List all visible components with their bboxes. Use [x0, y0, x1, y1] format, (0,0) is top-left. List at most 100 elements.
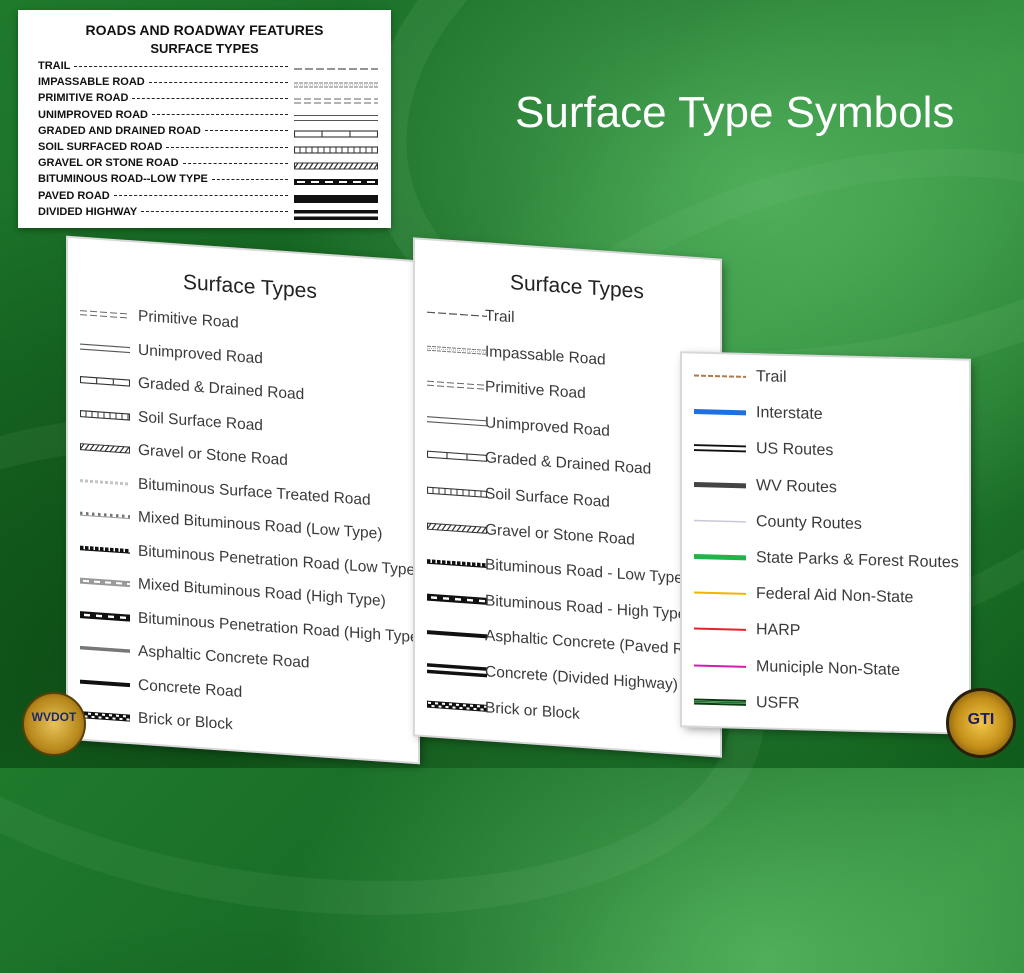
legend-rows: TRAIL IMPASSABLE ROAD PRIMITIVE ROAD UNIMPR… [38, 58, 379, 220]
leader-dots [204, 130, 288, 132]
gravel-symbol-icon [293, 157, 379, 170]
pen-low-symbol-icon [80, 540, 130, 557]
primitive-symbol-icon [294, 92, 378, 104]
leader-dots [211, 178, 288, 180]
soil-symbol-icon [426, 483, 488, 500]
leader-dots [132, 97, 288, 99]
panel-row: Primitive Road [415, 369, 586, 409]
panel-row-label: Bituminous Road - Low Type [485, 556, 683, 588]
impassable-symbol-icon [294, 76, 378, 88]
panel-row-label: Mixed Bituminous Road (Low Type) [138, 508, 383, 543]
leader-dots [152, 114, 288, 116]
legend-row-label: SOIL SURFACED ROAD [38, 141, 163, 154]
panel-row: Impassable Road [415, 333, 606, 374]
legend-row-label: PAVED ROAD [38, 189, 110, 202]
route-types-panel-right: Trail Interstate US Routes WV Routes County … [682, 353, 969, 733]
panel-row: Federal Aid Non-State [682, 578, 913, 612]
panel-row: Brick or Block [68, 700, 233, 740]
primitive-symbol-icon [427, 376, 487, 393]
legend-row-label: PRIMITIVE ROAD [38, 92, 129, 105]
mixed-low-symbol-icon [80, 507, 131, 524]
legend-subtitle: SURFACE TYPES [150, 41, 259, 56]
asphalt-symbol-icon [80, 641, 130, 658]
panel-row-label: Mixed Bituminous Road (High Type) [138, 575, 386, 610]
legend-row-label: GRAVEL OR STONE ROAD [38, 157, 179, 170]
panel-rows: Trail Interstate US Routes WV Routes County … [682, 353, 969, 712]
panel-row-label: Soil Surface Road [485, 485, 610, 511]
panel-row: Primitive Road [68, 298, 239, 338]
panel-row: HARP [682, 615, 800, 646]
divided-symbol-icon [294, 206, 378, 220]
panel-row-label: Impassable Road [485, 342, 606, 369]
gti-logo: GTI [946, 688, 1016, 758]
panel-row-label: Federal Aid Non-State [756, 585, 914, 607]
surface-types-panel-left: Surface Types Primitive Road Unimproved R… [68, 237, 424, 763]
legend-row: PRIMITIVE ROAD [38, 90, 378, 106]
legend-row: GRAVEL OR STONE ROAD [38, 155, 379, 171]
leader-dots [166, 146, 288, 148]
legend-title: ROADS AND ROADWAY FEATURES [85, 22, 324, 38]
panel-row-label: WV Routes [756, 476, 837, 496]
pen-low-symbol-icon [427, 554, 487, 571]
panel-row-label: Unimproved Road [138, 341, 263, 367]
panel-row-label: HARP [756, 621, 801, 640]
solid-thick-symbol-icon [694, 550, 746, 565]
divided-symbol-icon [427, 661, 487, 678]
panel-row-label: Soil Surface Road [138, 408, 263, 434]
pen-high-symbol-icon [427, 590, 487, 607]
panel-row-label: County Routes [756, 512, 862, 533]
concrete-symbol-icon [427, 626, 487, 643]
legend-row: BITUMINOUS ROAD--LOW TYPE [38, 171, 378, 187]
primitive-symbol-icon [80, 306, 130, 323]
soil-symbol-icon [79, 406, 131, 423]
legend-row: DIVIDED HIGHWAY [38, 204, 378, 220]
panel-row-label: Graded & Drained Road [485, 449, 652, 479]
wvdot-logo: WVDOT [22, 692, 86, 756]
panel-row-label: US Routes [756, 440, 834, 460]
solid-med-symbol-icon [694, 658, 746, 673]
panel-row-label: Interstate [756, 404, 823, 424]
solid-thin-symbol-icon [694, 513, 746, 528]
bst-symbol-icon [80, 473, 130, 490]
pen-high-symbol-icon [80, 607, 130, 624]
legend-row: UNIMPROVED ROAD [38, 107, 378, 123]
panel-row: Interstate [682, 397, 823, 429]
panel-row: US Routes [682, 434, 833, 466]
paved-symbol-icon [294, 190, 378, 203]
mixed-high-symbol-icon [80, 574, 133, 591]
unimproved-symbol-icon [294, 109, 378, 121]
solid-med-symbol-icon [694, 622, 746, 637]
legend-row: SOIL SURFACED ROAD [38, 139, 379, 155]
panel-row-label: Trail [756, 368, 787, 386]
graded-symbol-icon [426, 448, 488, 465]
gti-logo-text: GTI [967, 711, 995, 728]
panel-row: Soil Surface Road [415, 475, 610, 517]
panel-row-label: Primitive Road [485, 378, 586, 403]
panel-row: County Routes [682, 506, 862, 539]
graded-symbol-icon [79, 373, 131, 390]
panel-row-label: Asphaltic Concrete (Paved Road) [485, 627, 716, 661]
concrete-symbol-icon [80, 674, 130, 691]
legend-row-label: BITUMINOUS ROAD--LOW TYPE [38, 173, 208, 186]
panel-row: Trail [415, 297, 515, 332]
surface-types-panel-middle: Surface Types Trail Impassable Road Primit… [415, 239, 720, 756]
panel-row: Brick or Block [415, 689, 580, 729]
panel-row: Trail [682, 361, 787, 392]
panel-row: State Parks & Forest Routes [682, 542, 959, 577]
unimproved-symbol-icon [427, 412, 487, 429]
trail-symbol-icon [427, 305, 487, 322]
panel-row-label: Unimproved Road [485, 414, 610, 440]
panel-row-label: Brick or Block [485, 698, 580, 723]
panel-row: Gravel or Stone Road [415, 511, 635, 554]
usfr-symbol-icon [694, 694, 746, 709]
solid-thick-symbol-icon [694, 405, 746, 420]
panel-row: USFR [682, 687, 800, 718]
leader-dots [182, 162, 288, 164]
soil-symbol-icon [293, 141, 379, 154]
panel-row-label: Brick or Block [138, 709, 233, 734]
panel-row-label: Primitive Road [138, 307, 239, 332]
legend-row-label: IMPASSABLE ROAD [38, 76, 145, 89]
legend-row-label: DIVIDED HIGHWAY [38, 205, 138, 218]
bituminous-low-symbol-icon [294, 173, 378, 186]
panel-row-label: Asphaltic Concrete Road [138, 642, 310, 672]
